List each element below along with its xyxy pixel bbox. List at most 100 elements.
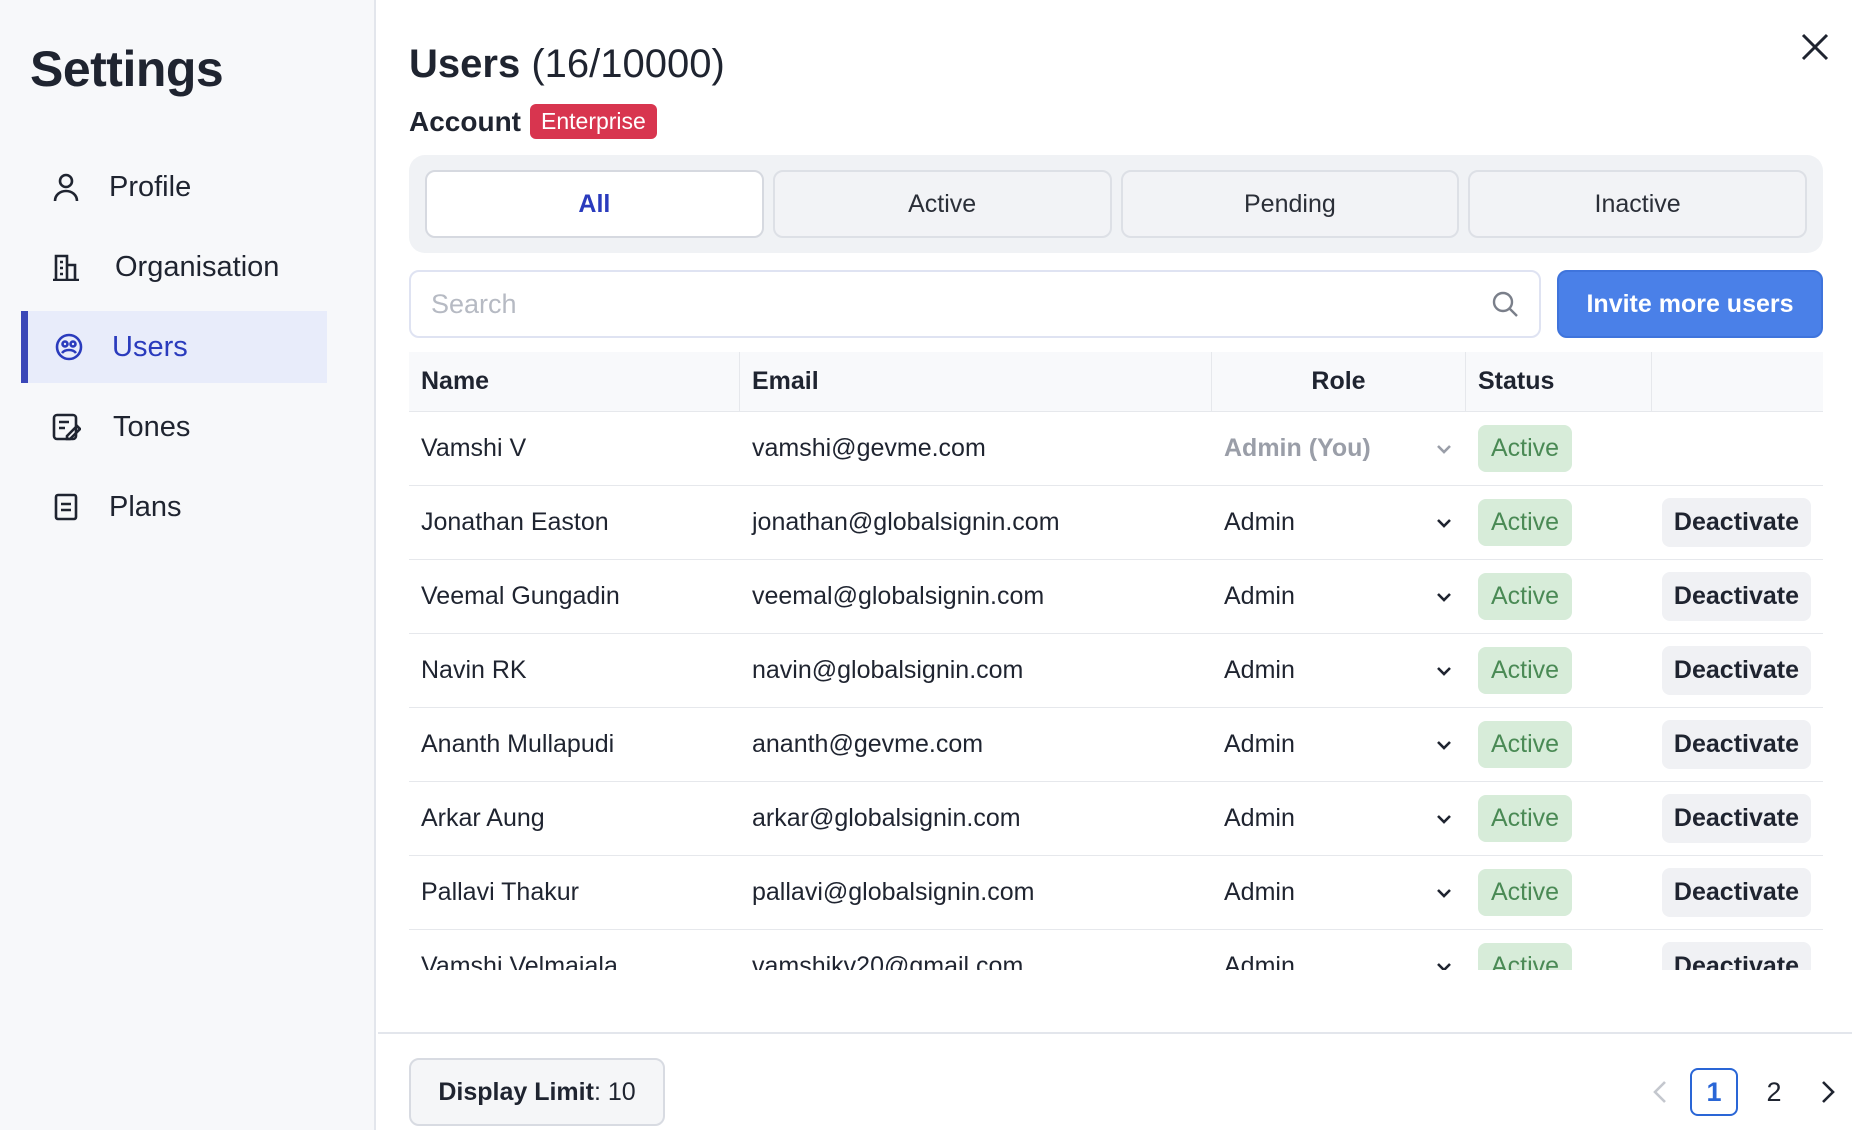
tab-inactive[interactable]: Inactive (1468, 170, 1807, 238)
role-select[interactable]: Admin (1224, 508, 1466, 537)
page-title-label: Users (409, 42, 521, 86)
person-icon (51, 172, 81, 202)
sidebar-item-label: Tones (113, 410, 191, 443)
table-body: Vamshi V vamshi@gevme.com Admin (You) Activ… (409, 412, 1823, 970)
pagination: 1 2 (1642, 1068, 1846, 1116)
next-page-button[interactable] (1810, 1074, 1846, 1110)
role-select: Admin (You) (1224, 434, 1466, 463)
status-badge: Active (1478, 499, 1573, 546)
chevron-left-icon (1653, 1081, 1666, 1103)
user-email: pallavi@globalsignin.com (752, 878, 1035, 906)
status-cell: Active (1466, 486, 1652, 559)
display-limit-button[interactable]: Display Limit: 10 (409, 1058, 665, 1126)
status-badge: Active (1478, 721, 1573, 768)
chevron-down-icon (1434, 661, 1454, 681)
footer-divider (378, 1032, 1852, 1034)
edit-document-icon (51, 412, 81, 442)
tab-active[interactable]: Active (772, 170, 1112, 238)
deactivate-button[interactable]: Deactivate (1661, 498, 1811, 547)
user-name: Ananth Mullapudi (421, 730, 615, 758)
sidebar-item-label: Plans (109, 490, 182, 523)
role-select[interactable]: Admin (1224, 804, 1466, 833)
page-2-button[interactable]: 2 (1750, 1068, 1798, 1116)
role-value: Admin (1224, 656, 1295, 684)
deactivate-button[interactable]: Deactivate (1661, 868, 1811, 917)
search-box (409, 270, 1541, 338)
role-select[interactable]: Admin (1224, 656, 1466, 685)
table-row: Pallavi Thakur pallavi@globalsignin.com Ad… (409, 856, 1823, 930)
user-email: ananth@gevme.com (752, 730, 984, 758)
sidebar-item-plans[interactable]: Plans (21, 471, 327, 543)
sidebar-item-label: Profile (109, 170, 192, 203)
status-badge: Active (1478, 425, 1573, 472)
close-button[interactable] (1794, 26, 1836, 68)
users-panel: Users (16/10000) Account Enterprise All … (378, 0, 1852, 1130)
table-row: Jonathan Easton jonathan@globalsignin.com… (409, 486, 1823, 560)
role-value: Admin (1224, 804, 1295, 832)
search-input[interactable] (431, 288, 1491, 320)
tab-pending[interactable]: Pending (1120, 170, 1460, 238)
status-cell: Active (1466, 930, 1652, 970)
column-header-status: Status (1466, 352, 1652, 411)
role-value: Admin (1224, 730, 1295, 758)
user-email: vamshi@gevme.com (752, 434, 986, 462)
prev-page-button[interactable] (1642, 1074, 1678, 1110)
sidebar-item-profile[interactable]: Profile (21, 151, 327, 223)
status-cell: Active (1466, 560, 1652, 633)
role-cell: Admin (1212, 856, 1466, 929)
deactivate-button[interactable]: Deactivate (1661, 646, 1811, 695)
deactivate-button[interactable]: Deactivate (1661, 720, 1811, 769)
table-row: Vamshi Velmajala vamshikv20@gmail.com Admi… (409, 930, 1823, 970)
action-cell: Deactivate (1652, 930, 1823, 970)
role-value: Admin (1224, 878, 1295, 906)
tab-all[interactable]: All (425, 170, 764, 238)
chevron-down-icon (1434, 809, 1454, 829)
role-value: Admin (You) (1224, 434, 1371, 462)
sidebar-item-tones[interactable]: Tones (21, 391, 327, 463)
deactivate-button[interactable]: Deactivate (1661, 942, 1811, 970)
user-email: jonathan@globalsignin.com (752, 508, 1060, 536)
chevron-down-icon (1434, 883, 1454, 903)
users-icon (54, 332, 84, 362)
role-value: Admin (1224, 508, 1295, 536)
settings-sidebar: Settings Profile Organisation Users Tone… (0, 0, 376, 1130)
column-header-role: Role (1212, 352, 1466, 411)
document-icon (51, 492, 81, 522)
status-cell: Active (1466, 856, 1652, 929)
role-select[interactable]: Admin (1224, 878, 1466, 907)
close-icon (1801, 33, 1829, 61)
chevron-down-icon (1434, 513, 1454, 533)
action-cell: Deactivate (1652, 560, 1823, 633)
role-cell: Admin (You) (1212, 412, 1466, 485)
user-email: vamshikv20@gmail.com (752, 952, 1024, 970)
user-email: arkar@globalsignin.com (752, 804, 1021, 832)
status-cell: Active (1466, 412, 1652, 485)
role-cell: Admin (1212, 560, 1466, 633)
user-count: (16/10000) (531, 42, 725, 86)
sidebar-item-users[interactable]: Users (21, 311, 327, 383)
user-name: Vamshi V (421, 434, 527, 462)
column-header-name: Name (409, 352, 740, 411)
role-select[interactable]: Admin (1224, 952, 1466, 970)
sidebar-item-organisation[interactable]: Organisation (21, 231, 327, 303)
status-cell: Active (1466, 708, 1652, 781)
invite-users-button[interactable]: Invite more users (1557, 270, 1823, 338)
user-name: Jonathan Easton (421, 508, 609, 536)
user-name: Vamshi Velmajala (421, 952, 618, 970)
page-1-button[interactable]: 1 (1690, 1068, 1738, 1116)
role-select[interactable]: Admin (1224, 582, 1466, 611)
deactivate-button[interactable]: Deactivate (1661, 572, 1811, 621)
display-limit-label: Display Limit (438, 1077, 594, 1106)
role-cell: Admin (1212, 782, 1466, 855)
role-cell: Admin (1212, 634, 1466, 707)
role-select[interactable]: Admin (1224, 730, 1466, 759)
deactivate-button[interactable]: Deactivate (1661, 794, 1811, 843)
action-cell: Deactivate (1652, 856, 1823, 929)
status-badge: Active (1478, 573, 1573, 620)
role-value: Admin (1224, 582, 1295, 610)
status-cell: Active (1466, 782, 1652, 855)
user-email: veemal@globalsignin.com (752, 582, 1045, 610)
user-email: navin@globalsignin.com (752, 656, 1024, 684)
action-cell: Deactivate (1652, 634, 1823, 707)
building-icon (51, 252, 81, 282)
